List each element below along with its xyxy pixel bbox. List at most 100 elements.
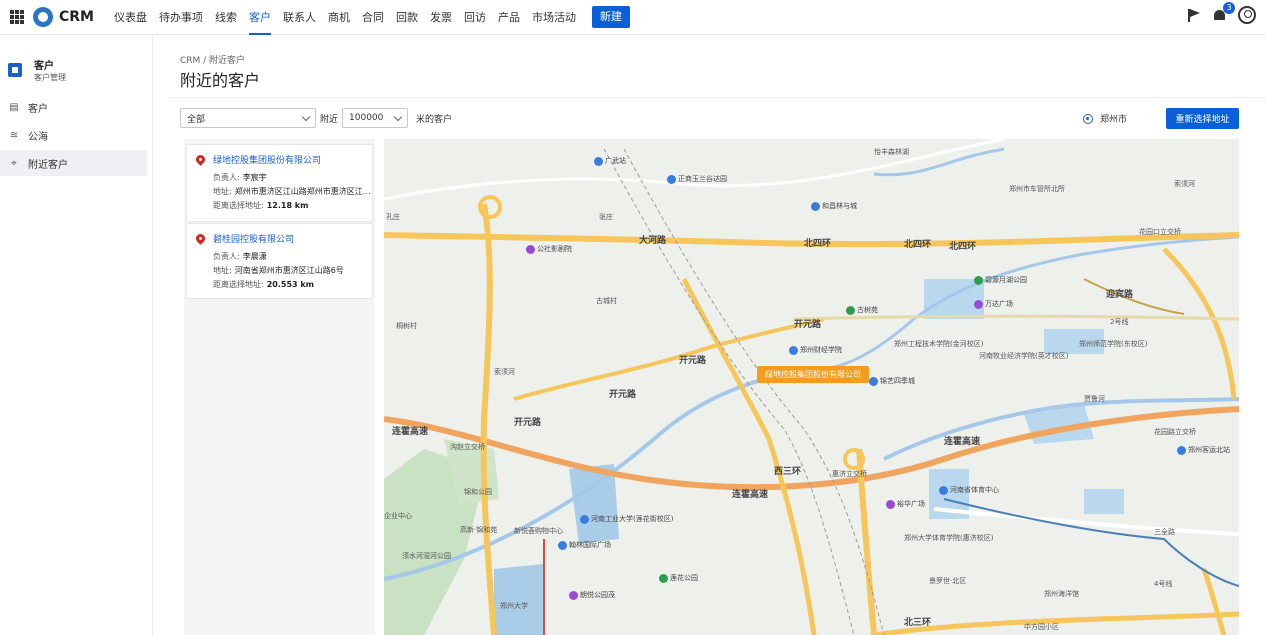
city-name: 郑州市 [1100, 115, 1128, 125]
map-label: 三全路 [1154, 528, 1175, 536]
nav-invoices[interactable]: 发票 [430, 0, 452, 35]
sidebar-item-label: 附近客户 [28, 159, 68, 171]
notification-bell-icon[interactable]: 3 [1212, 2, 1235, 23]
map-poi: 郑州客运北站 [1177, 445, 1230, 455]
page-title: 附近的客户 [180, 71, 261, 90]
map-poi: 河南省体育中心 [939, 485, 999, 495]
owner-value: 李宸宇 [242, 173, 267, 182]
sidebar-item-label: 公海 [28, 131, 48, 143]
sidebar-item-nearby[interactable]: ⌖ 附近客户 [0, 150, 147, 176]
customer-module-icon [8, 63, 22, 77]
map-poi: 广武站 [594, 156, 626, 166]
owner-label: 负责人: [213, 252, 240, 261]
map-pin-icon [194, 153, 207, 166]
scope-select[interactable]: 全部 [180, 108, 316, 128]
map-label: 景罗世·北区 [929, 577, 967, 585]
map-road-label: 开元路 [794, 320, 822, 330]
map-road-label: 北四环 [804, 239, 832, 249]
address-label: 地址: [213, 187, 232, 196]
nav-leads[interactable]: 线索 [215, 0, 237, 35]
map-poi: 公社影剧院 [526, 244, 572, 254]
nav-contacts[interactable]: 联系人 [283, 0, 316, 35]
map-poi: 和昌林与城 [811, 201, 857, 211]
map-label: 新悦荟购物中心 [514, 527, 563, 535]
user-avatar-icon[interactable] [1238, 6, 1256, 24]
app-grid-icon[interactable] [10, 10, 24, 24]
near-label: 附近 [320, 114, 339, 125]
breadcrumb: CRM / 附近客户 [180, 56, 246, 66]
sidebar-item-customers[interactable]: ▤ 客户 [0, 94, 147, 120]
customer-name[interactable]: 绿地控股集团股份有限公司 [213, 153, 321, 166]
nav-opportunities[interactable]: 商机 [328, 0, 350, 35]
map-label: 张庄 [599, 213, 613, 221]
sidebar-item-label: 客户 [28, 103, 48, 115]
map-poi: 翰林国际广场 [558, 540, 611, 550]
map-poi: 郑州财经学院 [789, 345, 842, 355]
unit-label: 米的客户 [416, 114, 453, 125]
map-label: 郑州工程技术学院(金河校区) [894, 340, 984, 348]
map-label: 郑州大学 [500, 602, 528, 610]
nav-followups[interactable]: 回访 [464, 0, 486, 35]
nav-dashboard[interactable]: 仪表盘 [114, 0, 147, 35]
top-right-actions: 3 [1186, 2, 1256, 24]
map-label: 花园路立交桥 [1154, 428, 1196, 436]
customer-card[interactable]: 绿地控股集团股份有限公司 负责人: 李宸宇 地址: 郑州市惠济区江山路郑州市惠济区江… [186, 144, 375, 222]
nav-marketing[interactable]: 市场活动 [532, 0, 576, 35]
map-road-label: 连霍高速 [944, 437, 981, 447]
distance-value: 20.553 km [266, 280, 315, 289]
customer-list: 绿地控股集团股份有限公司 负责人: 李宸宇 地址: 郑州市惠济区江山路郑州市惠济区江… [184, 139, 375, 635]
map-road-label: 连霍高速 [732, 490, 769, 500]
map-label: 孔庄 [386, 213, 400, 221]
map-label: 花园口立交桥 [1139, 228, 1181, 236]
address-value: 郑州市惠济区江山路郑州市惠济区江山路 [234, 187, 375, 196]
map-label: 古城村 [596, 297, 617, 305]
map-label: 郑州海洋馆 [1044, 590, 1079, 598]
map-label: 贾鲁河 [1084, 395, 1105, 403]
nav-payments[interactable]: 回款 [396, 0, 418, 35]
new-button[interactable]: 新建 [592, 6, 630, 28]
map-label: 须水河湿河公园 [402, 552, 451, 560]
map-poi: 古树苑 [846, 305, 878, 315]
map-road-label: 开元路 [514, 418, 542, 428]
map-label: 高新·锦和苑 [460, 526, 498, 534]
sidebar-item-pool[interactable]: ≋ 公海 [0, 122, 147, 148]
map-view[interactable]: 怡丰森林湖 广武站 正商玉兰谷达园 和昌林与城 公社影剧院 郑州市车管所北所 北… [384, 139, 1239, 635]
current-city[interactable]: 郑州市 [1083, 112, 1127, 125]
chevron-down-icon [301, 112, 311, 121]
customer-name[interactable]: 碧桂园控股有限公司 [213, 232, 294, 245]
customer-card[interactable]: 碧桂园控股有限公司 负责人: 李晨潇 地址: 河南省郑州市惠济区江山路6号 距离选择… [186, 223, 373, 299]
map-label: 索须河 [494, 368, 515, 376]
main-nav: 仪表盘 待办事项 线索 客户 联系人 商机 合同 回款 发票 回访 产品 市场活… [114, 0, 588, 35]
sidebar: 客户 客户管理 ▤ 客户 ≋ 公海 ⌖ 附近客户 [0, 36, 153, 635]
waves-icon: ≋ [9, 129, 19, 141]
distance-select[interactable]: 100000 [342, 108, 409, 128]
distance-label: 距离选择地址: [213, 201, 264, 210]
nav-todo[interactable]: 待办事项 [159, 0, 203, 35]
map-road-label: 北四环 [904, 240, 932, 250]
map-poi: 朗悦公园茂 [569, 590, 615, 600]
reselect-address-button[interactable]: 重新选择地址 [1166, 108, 1239, 129]
map-label: 锦和公园 [464, 488, 492, 496]
map-label: 中方园小区 [1024, 623, 1059, 631]
distance-label: 距离选择地址: [213, 280, 264, 289]
building-icon: ▤ [9, 101, 19, 113]
map-road-label: 迎宾路 [1106, 290, 1134, 300]
map-road-label: 北四环 [949, 242, 977, 252]
notification-badge: 3 [1223, 2, 1235, 14]
announcement-flag-icon[interactable] [1186, 8, 1202, 22]
map-label: 企业中心 [384, 512, 412, 520]
map-label: 沟赵立交桥 [450, 443, 485, 451]
nav-contracts[interactable]: 合同 [362, 0, 384, 35]
sidebar-title: 客户 [34, 61, 54, 72]
map-road-label: 开元路 [679, 356, 707, 366]
address-label: 地址: [213, 266, 232, 275]
map-road-label: 大河路 [639, 236, 667, 246]
customer-map-marker[interactable]: 绿地控股集团股份有限公司 [757, 366, 869, 383]
map-label: 怡丰森林湖 [874, 148, 909, 156]
nav-customers[interactable]: 客户 [249, 0, 271, 35]
nav-products[interactable]: 产品 [498, 0, 520, 35]
sidebar-header: 客户 客户管理 [0, 36, 152, 86]
map-pin-icon [194, 232, 207, 245]
owner-value: 李晨潇 [242, 252, 267, 261]
app-name: CRM [59, 9, 94, 25]
